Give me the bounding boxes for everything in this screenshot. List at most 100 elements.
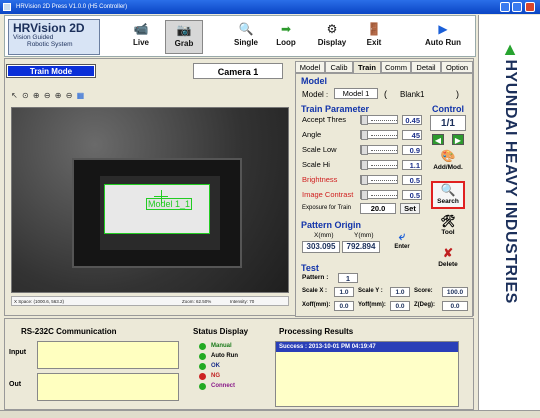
door-icon: 🚪: [366, 22, 382, 36]
magnifier-icon: 🔍: [238, 22, 254, 36]
test-score-label: Score:: [414, 288, 433, 294]
contrast-slider[interactable]: [360, 190, 398, 200]
test-pattern-value: 1: [338, 273, 358, 283]
tab-detail[interactable]: Detail: [411, 61, 441, 73]
settings-tabs: Model Calib Train Comm Detail Option: [295, 61, 473, 74]
next-pattern-button[interactable]: ▶: [452, 134, 464, 145]
scale-low-value[interactable]: 0.9: [402, 145, 422, 155]
scale-low-slider[interactable]: [360, 145, 398, 155]
live-button[interactable]: 📹 Live: [122, 20, 160, 54]
tab-model[interactable]: Model: [295, 61, 325, 73]
intensity-value: Intensity: 70: [230, 299, 255, 304]
train-param-title: Train Parameter: [301, 104, 370, 114]
param-label-angle: Angle: [302, 130, 322, 139]
test-scaley-label: Scale Y :: [358, 288, 383, 294]
test-zdeg-value: 0.0: [442, 301, 468, 311]
brand-sidebar: ▲HYUNDAI HEAVY INDUSTRIES: [478, 15, 540, 410]
loop-arrow-icon: ➡: [280, 22, 292, 36]
image-status-bar: X Space: (1000.6, 563.2) Zoom: 62.50% In…: [11, 296, 289, 306]
test-scalex-value: 1.0: [334, 287, 354, 297]
logo-subtitle-1: Vision Guided: [13, 34, 54, 41]
model-paren-open: (: [384, 89, 387, 99]
add-mod-button[interactable]: 🎨 Add/Mod.: [431, 149, 465, 177]
display-button[interactable]: ⚙ Display: [307, 20, 357, 54]
tab-calib[interactable]: Calib: [325, 61, 353, 73]
zoom-reset-icon[interactable]: ⊖: [66, 91, 74, 100]
search-label: Search: [437, 198, 459, 205]
play-icon: ▶: [438, 22, 448, 36]
prev-pattern-button[interactable]: ◀: [432, 134, 444, 145]
status-ok: OK: [211, 363, 220, 369]
test-xoff-value: 0.0: [334, 301, 354, 311]
auto-run-button[interactable]: ▶ Auto Run: [415, 20, 471, 54]
test-xoff-label: Xoff(mm):: [302, 302, 331, 308]
zoom-level: Zoom: 62.50%: [182, 299, 212, 304]
maximize-button[interactable]: [512, 2, 522, 12]
loop-button[interactable]: ➡ Loop: [267, 20, 305, 54]
search-button[interactable]: 🔍 Search: [431, 181, 465, 209]
train-panel: Model Model : Model 1 ( Blank1 ) Train P…: [295, 73, 473, 317]
processing-result-row[interactable]: Success : 2013-10-01 PM 04:19:47: [276, 342, 458, 352]
rs232-input-box[interactable]: [37, 341, 179, 369]
tool-button[interactable]: 🛠 Tool: [431, 214, 465, 242]
add-model-icon: 🎨: [440, 149, 456, 163]
rs232-output-label: Out: [9, 381, 22, 388]
zoom-in-icon[interactable]: ⊕: [33, 91, 41, 100]
grid-icon[interactable]: ▦: [77, 91, 86, 100]
grab-button[interactable]: 📷 Grab: [165, 20, 203, 54]
delete-button[interactable]: ✘ Delete: [431, 246, 465, 274]
status-ng: NG: [211, 373, 220, 379]
live-label: Live: [132, 38, 149, 47]
window-title: HRVision 2D Press V1.0.0 (H5 Controller): [16, 4, 128, 10]
test-pattern-label: Pattern :: [302, 274, 329, 281]
exposure-field[interactable]: 20.0: [360, 203, 396, 214]
angle-value[interactable]: 45: [402, 130, 422, 140]
param-label-brightness: Brightness: [302, 175, 338, 184]
tab-option[interactable]: Option: [441, 61, 473, 73]
status-dot-auto: [199, 353, 206, 360]
brightness-slider[interactable]: [360, 175, 398, 185]
zoom-icon[interactable]: ⊕: [55, 91, 63, 100]
camera-image-view[interactable]: Model 1_1: [11, 107, 289, 293]
test-zdeg-label: Z(Deg):: [414, 302, 435, 308]
model-name-field[interactable]: Model 1: [334, 88, 378, 99]
status-dot-connect: [199, 383, 206, 390]
scale-hi-slider[interactable]: [360, 160, 398, 170]
brightness-value[interactable]: 0.5: [402, 175, 422, 185]
display-label: Display: [317, 38, 347, 47]
origin-enter-button[interactable]: ⤶ Enter: [388, 229, 416, 255]
accept-slider[interactable]: [360, 115, 398, 125]
status-auto-run: Auto Run: [211, 353, 238, 359]
exit-label: Exit: [366, 38, 382, 47]
tab-comm[interactable]: Comm: [381, 61, 411, 73]
minimize-button[interactable]: [500, 2, 510, 12]
rs232-input-label: Input: [9, 349, 27, 356]
blank-name: Blank1: [400, 90, 425, 99]
rs232-output-box[interactable]: [37, 373, 179, 401]
zoom-fit-icon[interactable]: ⊙: [22, 91, 30, 100]
logo-title: HRVision 2D: [13, 21, 85, 35]
contrast-value[interactable]: 0.5: [402, 190, 422, 200]
loop-label: Loop: [276, 38, 296, 47]
app-icon: [3, 3, 11, 11]
scale-hi-value[interactable]: 1.1: [402, 160, 422, 170]
close-button[interactable]: [525, 2, 535, 12]
delete-x-icon: ✘: [442, 246, 454, 260]
processing-results-list[interactable]: Success : 2013-10-01 PM 04:19:47: [275, 341, 459, 407]
zoom-out-icon[interactable]: ⊖: [44, 91, 52, 100]
pointer-icon[interactable]: ↖: [11, 91, 19, 100]
exit-button[interactable]: 🚪 Exit: [355, 20, 393, 54]
add-mod-label: Add/Mod.: [433, 164, 463, 171]
brand-logo: ▲HYUNDAI HEAVY INDUSTRIES: [487, 39, 533, 399]
origin-y-field[interactable]: 792.894: [342, 241, 380, 253]
accept-value[interactable]: 0.45: [402, 115, 422, 125]
tool-icon: 🛠: [440, 214, 456, 228]
param-label-contrast: Image Contrast: [302, 190, 354, 199]
origin-x-field[interactable]: 303.095: [302, 241, 340, 253]
app-logo: HRVision 2D Vision Guided Robotic System: [8, 19, 100, 55]
exposure-set-button[interactable]: Set: [400, 203, 420, 214]
angle-slider[interactable]: [360, 130, 398, 140]
status-dot-ok: [199, 363, 206, 370]
single-button[interactable]: 🔍 Single: [227, 20, 265, 54]
status-manual: Manual: [211, 343, 232, 349]
